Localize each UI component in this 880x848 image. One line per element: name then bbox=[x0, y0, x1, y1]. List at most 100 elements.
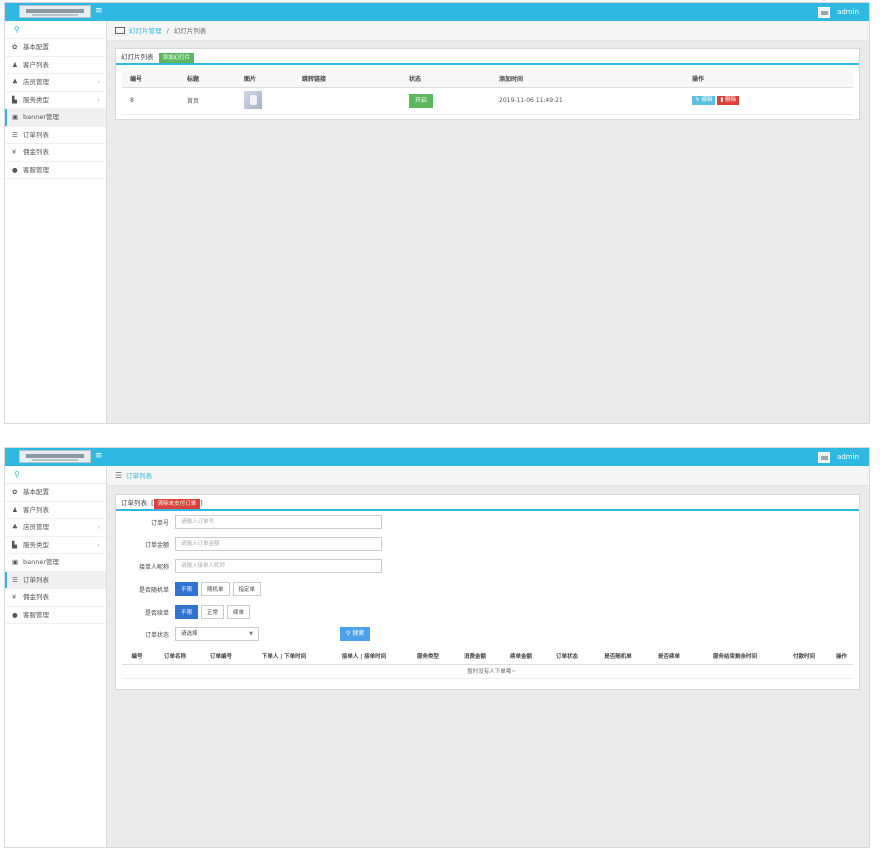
col-remaining-time: 服务结束剩余时间 bbox=[692, 649, 778, 665]
sidebar-item-staff[interactable]: ♣ 店员管理 › bbox=[5, 74, 106, 92]
amount-row: 订单金额 请输入订单金额 bbox=[121, 536, 382, 552]
sidebar-item-orders[interactable]: ☰ 订单列表 bbox=[5, 571, 106, 589]
renew-option-renew[interactable]: 续单 bbox=[227, 605, 251, 619]
user-menu[interactable]: admin bbox=[818, 451, 859, 463]
col-actions: 操作 bbox=[684, 71, 853, 88]
order-list-box: 订单列表 [清除未支付订单] 订单号 请输入订单号 订单金额 请输入订单金额 接… bbox=[115, 494, 860, 690]
col-pay-time: 付款时间 bbox=[778, 649, 830, 665]
col-taker: 接单人 | 接单时间 bbox=[324, 649, 404, 665]
delete-button[interactable]: ▮ 删除 bbox=[717, 96, 740, 105]
sidebar-item-commission[interactable]: ¥ 佣金列表 bbox=[5, 144, 106, 162]
sidebar-item-basic-config[interactable]: ✿ 基本配置 bbox=[5, 484, 106, 502]
col-title: 标题 bbox=[179, 71, 236, 88]
random-option-random[interactable]: 随机单 bbox=[201, 582, 230, 596]
sidebar-item-service-type[interactable]: ▙ 服务类型 › bbox=[5, 92, 106, 109]
col-status: 状态 bbox=[401, 71, 491, 88]
cell-image bbox=[236, 87, 294, 115]
col-id: 编号 bbox=[122, 71, 179, 88]
add-banner-button[interactable]: 添加幻灯片 bbox=[158, 53, 195, 63]
status-select[interactable]: 请选择 ▼ bbox=[175, 627, 259, 641]
cell-actions: ✎ 编辑 ▮ 删除 bbox=[684, 87, 853, 115]
renew-option-normal[interactable]: 正常 bbox=[201, 605, 225, 619]
order-list-screen: ≡ admin ⚲ ✿ 基本配置 ♟ 客户列表 ♣ 店员管理 › ▙ 服务类型 › ▣ ban… bbox=[4, 447, 870, 848]
logo bbox=[19, 450, 91, 463]
col-service-type: 服务类型 bbox=[404, 649, 452, 665]
yen-icon: ¥ bbox=[12, 593, 17, 601]
user-menu[interactable]: admin bbox=[818, 6, 859, 18]
sidebar-item-orders[interactable]: ☰ 订单列表 bbox=[5, 127, 106, 144]
box-title: 订单列表 bbox=[121, 499, 147, 507]
bars-icon[interactable]: ≡ bbox=[95, 7, 103, 16]
users-icon: ♣ bbox=[12, 523, 18, 531]
username: admin bbox=[837, 453, 859, 461]
sidebar-item-banner[interactable]: ▣ banner管理 bbox=[5, 109, 106, 127]
list-icon: ☰ bbox=[115, 471, 123, 480]
table-header: 编号 订单名称 订单编号 下单人 | 下单时间 接单人 | 接单时间 服务类型 … bbox=[122, 649, 853, 665]
banner-thumbnail[interactable] bbox=[244, 90, 262, 109]
sidebar-item-staff[interactable]: ♣ 店员管理 › bbox=[5, 519, 106, 537]
top-navbar: ≡ admin bbox=[5, 3, 869, 21]
yen-icon: ¥ bbox=[12, 148, 17, 156]
users-icon: ♣ bbox=[12, 78, 18, 86]
col-is-renew: 是否续单 bbox=[646, 649, 692, 665]
image-icon: ▣ bbox=[12, 558, 19, 566]
col-order-name: 订单名称 bbox=[152, 649, 198, 665]
username: admin bbox=[837, 8, 859, 16]
breadcrumb-link-banner[interactable]: 幻灯片管理 bbox=[129, 27, 162, 35]
breadcrumb-current: 幻灯片列表 bbox=[173, 27, 207, 35]
col-order-no: 订单编号 bbox=[198, 649, 244, 665]
edit-button[interactable]: ✎ 编辑 bbox=[692, 96, 716, 105]
col-is-random: 是否随机单 bbox=[590, 649, 646, 665]
search-button[interactable]: ⚲ 搜索 bbox=[340, 627, 371, 641]
col-renew-amount: 续单金额 bbox=[498, 649, 544, 665]
sidebar-item-service-type[interactable]: ▙ 服务类型 › bbox=[5, 537, 106, 554]
banner-list-box: 幻灯片列表 添加幻灯片 编号 标题 图片 跳转链接 状态 添加时间 操作 8 首… bbox=[115, 48, 860, 120]
breadcrumb-current[interactable]: 订单列表 bbox=[126, 472, 152, 480]
random-option-assigned[interactable]: 指定单 bbox=[232, 582, 262, 596]
col-orderer: 下单人 | 下单时间 bbox=[244, 649, 324, 665]
order-table: 编号 订单名称 订单编号 下单人 | 下单时间 接单人 | 接单时间 服务类型 … bbox=[122, 649, 853, 679]
sidebar-item-basic-config[interactable]: ✿ 基本配置 bbox=[5, 39, 106, 57]
col-amount: 消费金额 bbox=[452, 649, 498, 665]
search-icon: ⚲ bbox=[346, 630, 351, 637]
banner-table: 编号 标题 图片 跳转链接 状态 添加时间 操作 8 首页 开启 2019-11… bbox=[122, 71, 853, 115]
renew-segment: 不限 正常 续单 bbox=[175, 605, 253, 619]
status-toggle-button[interactable]: 开启 bbox=[409, 93, 434, 108]
search-icon[interactable]: ⚲ bbox=[5, 466, 106, 484]
sidebar-item-support[interactable]: ● 客服管理 bbox=[5, 162, 106, 179]
order-no-row: 订单号 请输入订单号 bbox=[121, 514, 382, 530]
status-row: 订单状态 请选择 ▼ ⚲ 搜索 bbox=[121, 626, 521, 642]
chart-icon: ▙ bbox=[12, 540, 17, 549]
nickname-input[interactable]: 请输入接单人昵称 bbox=[175, 559, 382, 573]
breadcrumb: ☰ 订单列表 bbox=[107, 466, 869, 486]
cell-id: 8 bbox=[122, 87, 179, 115]
amount-label: 订单金额 bbox=[144, 541, 169, 549]
image-icon: ▣ bbox=[12, 113, 19, 121]
bars-icon[interactable]: ≡ bbox=[95, 452, 103, 461]
amount-input[interactable]: 请输入订单金额 bbox=[175, 537, 382, 551]
sidebar: ⚲ ✿ 基本配置 ♟ 客户列表 ♣ 店员管理 › ▙ 服务类型 › ▣ banner管理 ☰ 订… bbox=[5, 466, 107, 847]
random-option-any[interactable]: 不限 bbox=[175, 582, 199, 596]
sidebar-item-customers[interactable]: ♟ 客户列表 bbox=[5, 502, 106, 519]
renew-option-any[interactable]: 不限 bbox=[175, 605, 199, 619]
sidebar-item-customers[interactable]: ♟ 客户列表 bbox=[5, 57, 106, 74]
gear-icon: ✿ bbox=[12, 43, 18, 51]
list-icon: ☰ bbox=[12, 130, 18, 139]
cell-title: 首页 bbox=[179, 87, 236, 115]
nickname-row: 接单人昵称 请输入接单人昵称 bbox=[121, 558, 382, 574]
sidebar-item-banner[interactable]: ▣ banner管理 bbox=[5, 554, 106, 572]
order-no-input[interactable]: 请输入订单号 bbox=[175, 515, 382, 529]
renew-row: 是否续单 不限 正常 续单 bbox=[121, 604, 253, 620]
clear-unpaid-orders-button[interactable]: 清除未支付订单 bbox=[153, 499, 201, 509]
breadcrumb-separator: / bbox=[166, 27, 169, 35]
image-icon bbox=[115, 26, 125, 34]
comment-icon: ● bbox=[12, 165, 18, 174]
user-icon: ♟ bbox=[12, 505, 18, 514]
empty-message: 暂时没有人下单哦~ bbox=[122, 664, 853, 679]
col-actions: 操作 bbox=[830, 649, 853, 665]
sidebar-item-support[interactable]: ● 客服管理 bbox=[5, 607, 106, 624]
random-label: 是否随机单 bbox=[138, 586, 169, 594]
sidebar-item-commission[interactable]: ¥ 佣金列表 bbox=[5, 589, 106, 607]
search-icon[interactable]: ⚲ bbox=[5, 21, 106, 39]
cell-time: 2019-11-06 11:49:21 bbox=[491, 87, 684, 115]
